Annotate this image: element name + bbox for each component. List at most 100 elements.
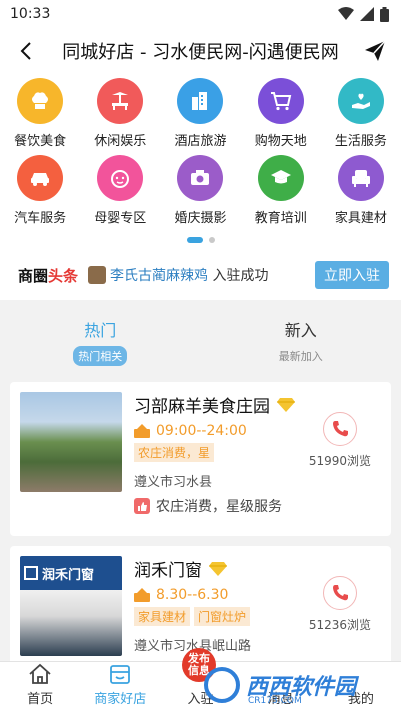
category-leisure[interactable]: 休闲娱乐 [80, 78, 160, 149]
thumbs-up-icon [134, 498, 150, 514]
shop-hours: 09:00--24:00 [156, 423, 247, 439]
tab-subtitle: 热门相关 [73, 345, 128, 366]
diamond-icon [209, 561, 227, 576]
hand-heart-icon [337, 78, 384, 124]
open-sign-icon [134, 588, 150, 602]
watermark: 西西软件园 CR173.COM [204, 662, 384, 708]
news-message[interactable]: 李氏古蔺麻辣鸡 入驻成功 [110, 265, 315, 285]
tab-title: 新入 [284, 320, 317, 340]
news-shop-name: 李氏古蔺麻辣鸡 [110, 268, 209, 284]
shop-photo[interactable]: 润禾门窗 [20, 556, 122, 656]
shopping-cart-icon [257, 78, 304, 124]
category-label: 购物天地 [254, 134, 307, 149]
graduation-cap-icon [257, 155, 304, 201]
category-furniture[interactable]: 家具建材 [321, 155, 401, 226]
nav-home[interactable]: 首页 [0, 662, 80, 713]
call-button[interactable] [322, 576, 357, 610]
battery-icon [380, 6, 389, 22]
news-ticker: 商圈头条 李氏古蔺麻辣鸡 入驻成功 立即入驻 [0, 250, 401, 300]
category-label: 家具建材 [334, 211, 387, 226]
category-grid: 餐饮美食 休闲娱乐 酒店旅游 购物天地 生活服务 汽车服务 母婴专区 婚庆摄影 … [0, 74, 401, 226]
back-button[interactable] [12, 37, 40, 65]
signal-icon [360, 7, 374, 21]
shop-info: 习部麻羊美食庄园 09:00--24:00 农庄消费，星 遵义市习水县 农庄消费… [134, 392, 381, 536]
category-food[interactable]: 餐饮美食 [0, 78, 80, 149]
shop-service: 农庄消费，星级服务 [156, 499, 282, 515]
watermark-logo-icon [204, 667, 240, 703]
phone-icon [332, 421, 348, 437]
list-tabs: 热门 热门相关 新入 最新加入 [0, 308, 401, 374]
home-icon [29, 663, 51, 684]
category-label: 母婴专区 [94, 211, 147, 226]
call-area: 51990浏览 [309, 412, 371, 469]
shop-tag: 农庄消费，星 [134, 443, 215, 462]
view-count: 51990浏览 [308, 454, 371, 468]
brand-logo-icon [24, 566, 38, 580]
store-icon [110, 665, 131, 684]
shop-avatar [88, 266, 107, 284]
page-dot[interactable] [208, 237, 215, 243]
shop-name: 润禾门窗 [134, 561, 202, 581]
divider [0, 300, 401, 308]
join-now-button[interactable]: 立即入驻 [315, 261, 389, 289]
category-hotel[interactable]: 酒店旅游 [160, 78, 240, 149]
category-shopping[interactable]: 购物天地 [241, 78, 321, 149]
category-wedding-photo[interactable]: 婚庆摄影 [160, 155, 240, 226]
shop-photo[interactable] [20, 392, 122, 492]
open-sign-icon [134, 424, 150, 438]
share-button[interactable] [361, 37, 389, 65]
watermark-subtext: CR173.COM [248, 696, 302, 706]
shop-address: 遵义市习水县 [134, 475, 213, 490]
call-button[interactable] [322, 412, 357, 446]
tab-new[interactable]: 新入 最新加入 [201, 308, 401, 374]
category-education[interactable]: 教育培训 [241, 155, 321, 226]
tab-title: 热门 [84, 320, 117, 340]
nav-shops[interactable]: 商家好店 [80, 662, 160, 713]
page-title: 同城好店 - 习水便民网-闪遇便民网 [62, 42, 339, 63]
building-icon [177, 78, 224, 124]
news-action: 入驻成功 [208, 268, 269, 284]
category-label: 休闲娱乐 [94, 134, 147, 149]
category-label: 酒店旅游 [174, 134, 227, 149]
category-life-service[interactable]: 生活服务 [321, 78, 401, 149]
chef-hat-icon [17, 78, 64, 124]
category-label: 汽车服务 [14, 211, 67, 226]
shop-service-row: 农庄消费，星级服务 [134, 496, 381, 516]
car-icon [17, 155, 64, 201]
shop-name: 习部麻羊美食庄园 [134, 397, 270, 417]
header: 同城好店 - 习水便民网-闪遇便民网 [0, 28, 401, 74]
category-label: 生活服务 [334, 134, 387, 149]
status-bar: 10:33 [0, 0, 401, 28]
diamond-icon [277, 397, 295, 412]
shop-tag: 家具建材 [134, 607, 191, 626]
phone-icon [332, 585, 348, 601]
category-label: 婚庆摄影 [174, 211, 227, 226]
back-arrow-icon [20, 42, 31, 60]
shop-tag: 门窗灶炉 [194, 607, 251, 626]
view-count: 51236浏览 [308, 618, 371, 632]
news-brand: 商圈头条 [18, 266, 79, 285]
page-indicator [0, 236, 401, 244]
shop-hours: 8.30--6.30 [156, 587, 229, 603]
tab-hot[interactable]: 热门 热门相关 [0, 308, 201, 374]
category-label: 教育培训 [254, 211, 307, 226]
tab-subtitle: 最新加入 [278, 349, 323, 363]
shop-address: 遵义市习水县岷山路 [134, 639, 252, 654]
baby-face-icon [97, 155, 144, 201]
camera-icon [177, 155, 224, 201]
status-icons [338, 6, 389, 22]
nav-label: 首页 [27, 692, 54, 707]
wifi-icon [338, 7, 354, 20]
status-time: 10:33 [10, 6, 51, 22]
storefront-sign: 润禾门窗 [24, 562, 118, 584]
call-area: 51236浏览 [309, 576, 371, 633]
armchair-icon [337, 155, 384, 201]
lounge-chair-icon [97, 78, 144, 124]
nav-label: 商家好店 [94, 692, 147, 707]
category-label: 餐饮美食 [14, 134, 67, 149]
page-dot-active[interactable] [186, 237, 203, 243]
paper-plane-icon [365, 40, 386, 61]
category-mother-baby[interactable]: 母婴专区 [80, 155, 160, 226]
category-auto[interactable]: 汽车服务 [0, 155, 80, 226]
shop-card[interactable]: 习部麻羊美食庄园 09:00--24:00 农庄消费，星 遵义市习水县 农庄消费… [10, 382, 391, 536]
